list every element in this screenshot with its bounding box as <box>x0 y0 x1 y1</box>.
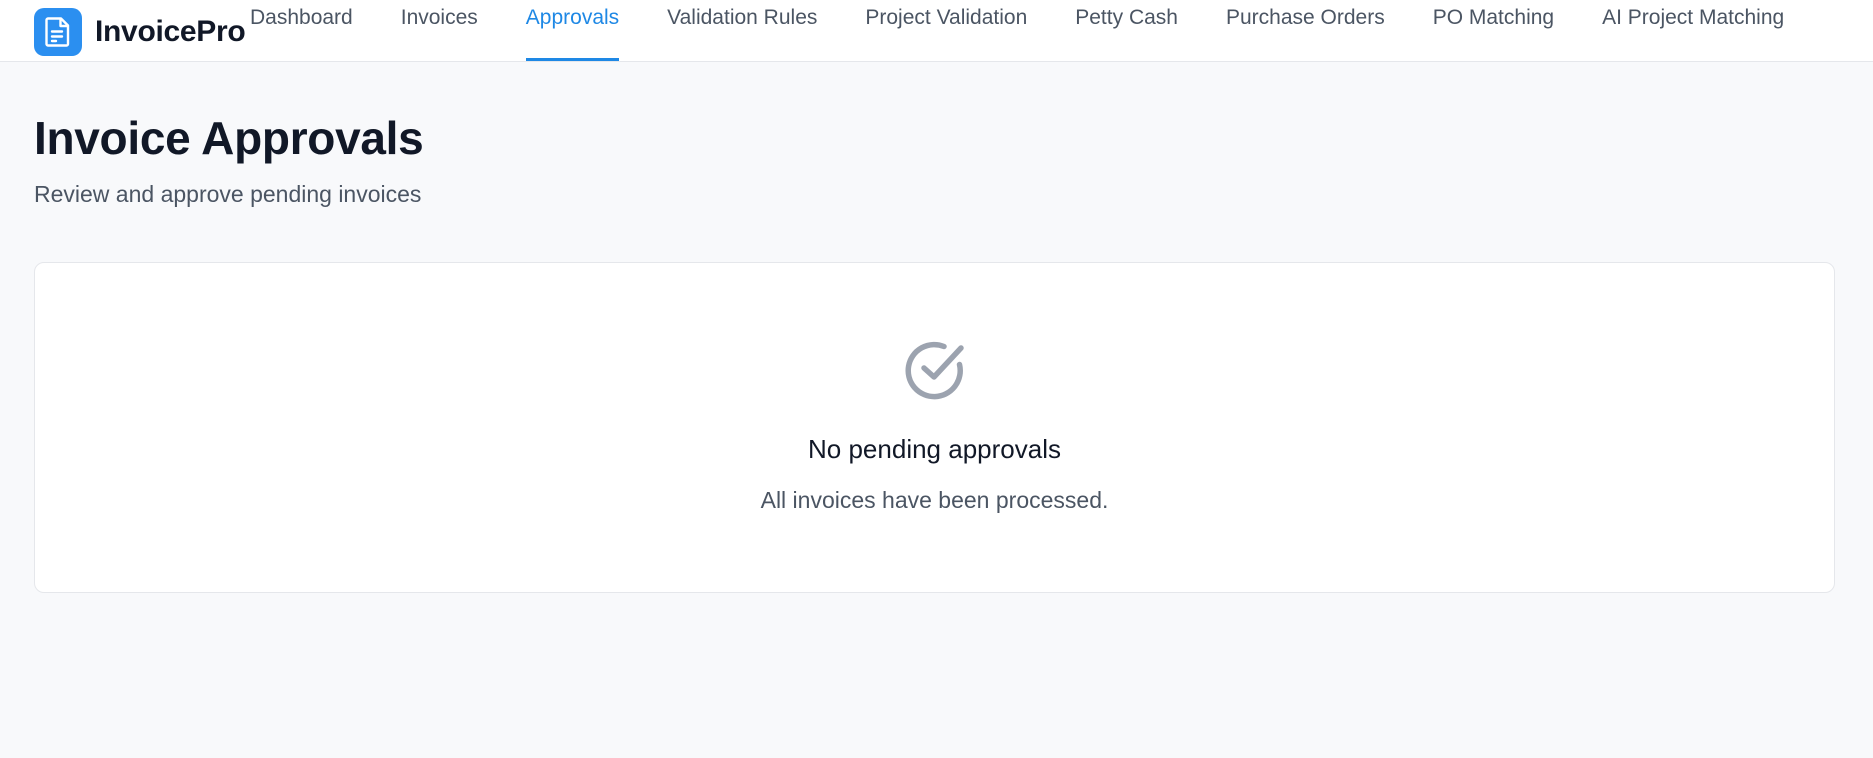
tab-project-validation[interactable]: Project Validation <box>865 0 1027 61</box>
approvals-panel: No pending approvals All invoices have b… <box>34 262 1835 593</box>
main-nav: Dashboard Invoices Approvals Validation … <box>250 0 1832 61</box>
page-subtitle: Review and approve pending invoices <box>34 181 422 207</box>
top-navigation-bar: InvoicePro Dashboard Invoices Approvals … <box>0 0 1873 62</box>
tab-dashboard[interactable]: Dashboard <box>250 0 353 61</box>
check-circle-icon <box>901 336 969 404</box>
empty-state-title: No pending approvals <box>808 434 1061 464</box>
brand-name: InvoicePro <box>95 15 246 48</box>
tab-po-matching[interactable]: PO Matching <box>1433 0 1554 61</box>
empty-state-message: All invoices have been processed. <box>760 487 1109 513</box>
brand[interactable]: InvoicePro <box>34 8 246 56</box>
tab-approvals[interactable]: Approvals <box>525 0 620 61</box>
document-icon <box>34 8 82 56</box>
tab-purchase-orders[interactable]: Purchase Orders <box>1226 0 1385 61</box>
tab-invoices[interactable]: Invoices <box>401 0 478 61</box>
tab-ai-project-matching[interactable]: AI Project Matching <box>1602 0 1784 61</box>
page-title: Invoice Approvals <box>34 112 424 164</box>
tab-validation-rules[interactable]: Validation Rules <box>667 0 817 61</box>
tab-petty-cash[interactable]: Petty Cash <box>1075 0 1178 61</box>
